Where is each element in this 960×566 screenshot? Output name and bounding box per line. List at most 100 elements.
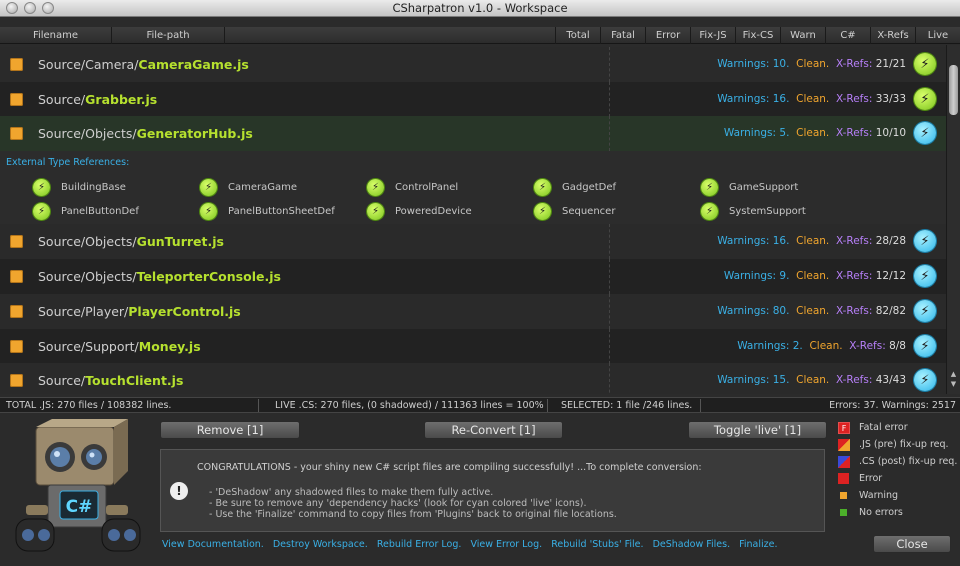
col-fixjs[interactable]: Fix-JS	[691, 27, 736, 44]
col-xrefs[interactable]: X-Refs	[871, 27, 916, 44]
live-bolt-icon[interactable]: ⚡	[914, 300, 936, 322]
column-header: Filename File-path Total Fatal Error Fix…	[0, 27, 960, 44]
live-bolt-icon[interactable]: ⚡	[914, 369, 936, 391]
file-name: GeneratorHub.js	[136, 126, 253, 141]
close-button[interactable]: Close	[873, 535, 951, 553]
live-bolt-icon[interactable]: ⚡	[914, 335, 936, 357]
col-warn[interactable]: Warn	[781, 27, 826, 44]
col-fixcs[interactable]: Fix-CS	[736, 27, 781, 44]
view-error-log-link[interactable]: View Error Log.	[470, 539, 542, 550]
live-bolt-icon[interactable]: ⚡	[914, 265, 936, 287]
robot-chest-label: C#	[66, 497, 93, 517]
row-stats: Warnings: 80. Clean. X-Refs: 82/82	[717, 294, 906, 329]
zoom-window-icon[interactable]	[42, 2, 54, 14]
deshadow-files-link[interactable]: DeShadow Files.	[653, 539, 731, 550]
live-bolt-icon[interactable]: ⚡	[914, 122, 936, 144]
col-filepath[interactable]: File-path	[112, 27, 225, 44]
table-row[interactable]: Source/Grabber.js Warnings: 16. Clean. X…	[0, 82, 946, 117]
table-row-selected[interactable]: Source/Objects/GeneratorHub.js Warnings:…	[0, 116, 946, 151]
message-panel: ! CONGRATULATIONS - your shiny new C# sc…	[160, 449, 825, 532]
xrefs-count: 12/12	[875, 270, 906, 282]
bolt-icon: ⚡	[701, 203, 718, 220]
col-total[interactable]: Total	[556, 27, 601, 44]
warning-square-icon	[10, 127, 23, 140]
file-name: CameraGame.js	[138, 57, 249, 72]
clean-label: Clean.	[796, 305, 830, 317]
toggle-live-button[interactable]: Toggle 'live' [1]	[688, 421, 827, 439]
status-selected: SELECTED: 1 file /246 lines.	[561, 400, 693, 411]
rebuild-error-log-link[interactable]: Rebuild Error Log.	[377, 539, 462, 550]
row-stats: Warnings: 9. Clean. X-Refs: 12/12	[724, 259, 906, 294]
destroy-workspace-link[interactable]: Destroy Workspace.	[273, 539, 368, 550]
col-cs[interactable]: C#	[826, 27, 871, 44]
table-row[interactable]: Source/Camera/CameraGame.js Warnings: 10…	[0, 47, 946, 82]
col-fatal[interactable]: Fatal	[601, 27, 646, 44]
view-documentation-link[interactable]: View Documentation.	[162, 539, 264, 550]
close-window-icon[interactable]	[6, 2, 18, 14]
file-name: TeleporterConsole.js	[136, 269, 281, 284]
table-row[interactable]: Source/Support/Money.js Warnings: 2. Cle…	[0, 329, 946, 364]
divider	[258, 399, 259, 412]
warnings-count: 16.	[772, 235, 790, 247]
fatal-error-icon: F	[838, 422, 850, 434]
bolt-icon: ⚡	[33, 179, 50, 196]
xrefs-label: X-Refs:	[835, 374, 873, 386]
row-stats: Warnings: 2. Clean. X-Refs: 8/8	[737, 329, 906, 364]
warnings-label: Warnings:	[737, 340, 790, 352]
clean-label: Clean.	[796, 127, 830, 139]
bolt-icon: ⚡	[367, 179, 384, 196]
col-error[interactable]: Error	[646, 27, 691, 44]
status-total-js: TOTAL .JS: 270 files / 108382 lines.	[6, 400, 172, 411]
col-filename[interactable]: Filename	[0, 27, 112, 44]
warning-square-icon	[10, 93, 23, 106]
table-row[interactable]: Source/Player/PlayerControl.js Warnings:…	[0, 294, 946, 329]
error-icon	[838, 473, 849, 484]
warning-square-icon	[10, 270, 23, 283]
col-live[interactable]: Live	[916, 27, 960, 44]
warnings-count: 5.	[779, 127, 790, 139]
warnings-label: Warnings:	[717, 58, 770, 70]
xrefs-label: X-Refs:	[835, 58, 873, 70]
file-name: Grabber.js	[85, 92, 158, 107]
warnings-count: 15.	[772, 374, 790, 386]
xrefs-count: 43/43	[875, 374, 906, 386]
divider	[609, 82, 610, 117]
row-stats: Warnings: 16. Clean. X-Refs: 28/28	[717, 224, 906, 259]
table-row[interactable]: Source/Objects/TeleporterConsole.js Warn…	[0, 259, 946, 294]
finalize-link[interactable]: Finalize.	[739, 539, 777, 550]
warnings-count: 16.	[772, 93, 790, 105]
bolt-icon: ⚡	[701, 179, 718, 196]
cs-fixup-icon	[838, 456, 850, 468]
rebuild-stubs-link[interactable]: Rebuild 'Stubs' File.	[551, 539, 643, 550]
file-list[interactable]: Source/Camera/CameraGame.js Warnings: 10…	[0, 45, 946, 394]
warnings-label: Warnings:	[717, 93, 770, 105]
xrefs-count: 10/10	[875, 127, 906, 139]
table-row[interactable]: Source/TouchClient.js Warnings: 15. Clea…	[0, 363, 946, 394]
col-spacer	[225, 27, 556, 44]
live-bolt-icon[interactable]: ⚡	[914, 88, 936, 110]
live-bolt-icon[interactable]: ⚡	[914, 230, 936, 252]
status-live-cs: LIVE .CS: 270 files, (0 shadowed) / 1113…	[275, 400, 544, 411]
table-row[interactable]: Source/Objects/GunTurret.js Warnings: 16…	[0, 224, 946, 259]
minimize-window-icon[interactable]	[24, 2, 36, 14]
message-line: - Be sure to remove any 'dependency hack…	[209, 498, 587, 509]
vertical-scrollbar[interactable]: ▲ ▼	[946, 45, 960, 394]
scrollbar-thumb[interactable]	[949, 65, 958, 115]
warnings-label: Warnings:	[723, 127, 777, 139]
scroll-up-arrow-icon[interactable]: ▲	[949, 371, 958, 378]
warnings-count: 9.	[779, 270, 790, 282]
robot-mascot-logo: C#	[15, 419, 141, 552]
warning-square-icon	[10, 235, 23, 248]
warnings-label: Warnings:	[717, 235, 770, 247]
file-name: GunTurret.js	[136, 234, 224, 249]
live-bolt-icon[interactable]: ⚡	[914, 53, 936, 75]
xrefs-label: X-Refs:	[849, 340, 886, 352]
divider	[609, 47, 610, 82]
file-dir: Source/Objects/	[38, 234, 137, 249]
reconvert-button[interactable]: Re-Convert [1]	[424, 421, 563, 439]
warning-square-icon	[10, 305, 23, 318]
remove-button[interactable]: Remove [1]	[160, 421, 300, 439]
xrefs-label: X-Refs:	[835, 270, 873, 282]
scroll-down-arrow-icon[interactable]: ▼	[949, 381, 958, 388]
divider	[609, 329, 610, 364]
